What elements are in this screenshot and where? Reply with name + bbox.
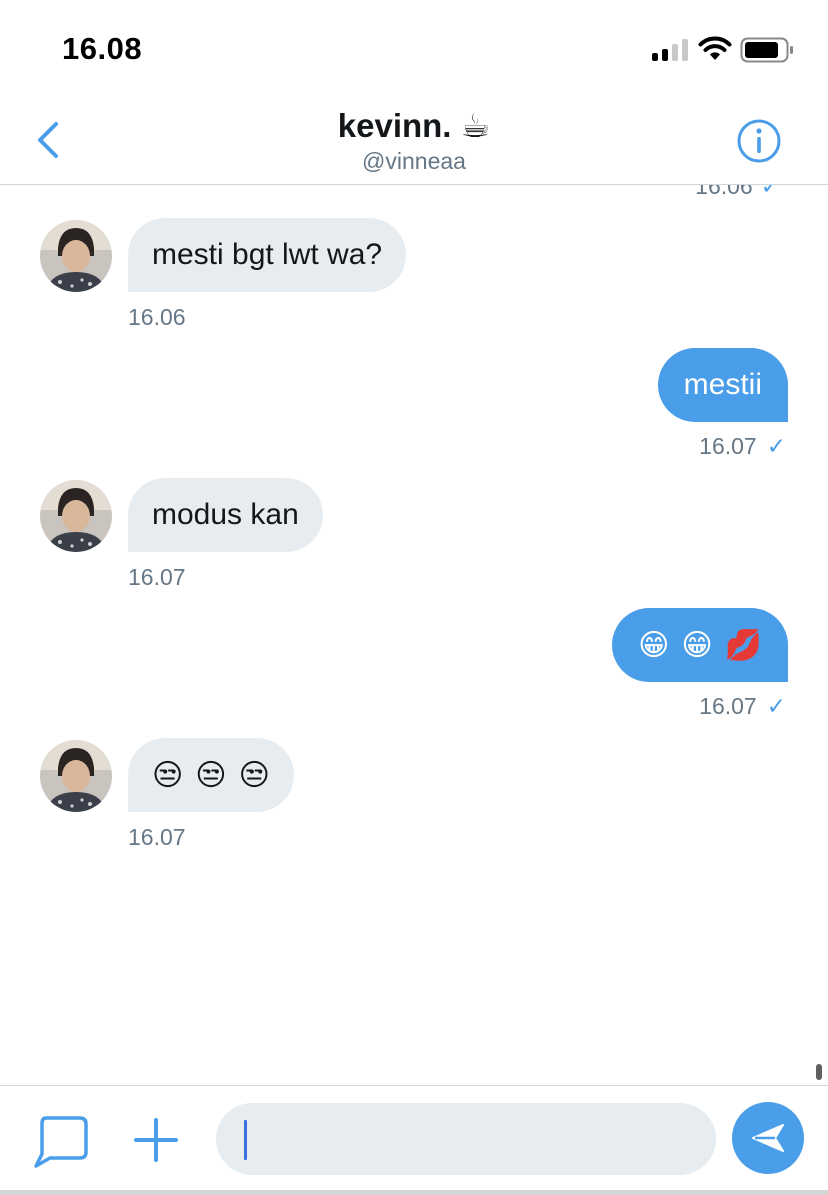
text-caret (244, 1120, 247, 1160)
status-time: 16.08 (62, 31, 143, 66)
message-emojis: 😁 😁 💋 (638, 628, 762, 663)
message-timestamp: 16.07 ✓ (699, 693, 786, 719)
message-timestamp: 16.07 (128, 824, 186, 850)
message-text: mesti bgt lwt wa? (152, 238, 383, 271)
unamused-face-emoji: 😒 (238, 758, 270, 792)
conversation-title: kevinn. ☕ (337, 107, 491, 144)
conversation-handle: @vinneaa (362, 148, 466, 174)
read-check-icon: ✓ (766, 693, 786, 719)
incoming-message-bubble[interactable]: modus kan (128, 478, 323, 552)
kiss-mark-emoji: 💋 (724, 628, 762, 662)
message-list[interactable]: 16.06 ✓ mesti bgt lwt wa? 16.06 mestii 16… (0, 185, 828, 1085)
message-timestamp: 16.06 ✓ (695, 185, 780, 200)
avatar[interactable] (40, 220, 112, 292)
message-composer (0, 1085, 828, 1195)
unamused-face-emoji: 😒 (152, 758, 184, 792)
home-indicator-bar (0, 1190, 828, 1195)
status-bar: 16.08 (0, 0, 828, 96)
unamused-face-emoji: 😒 (195, 758, 227, 792)
conversation-header: kevinn. ☕ @vinneaa (0, 96, 828, 185)
message-timestamp: 16.07 ✓ (699, 433, 786, 459)
message-text: mestii (683, 368, 762, 401)
outgoing-message-bubble[interactable]: mestii (657, 348, 788, 422)
outgoing-message-bubble[interactable]: 😁 😁 💋 (612, 608, 788, 682)
speech-bubble-icon[interactable] (32, 1114, 90, 1170)
grinning-face-emoji: 😁 (638, 628, 670, 662)
message-text: modus kan (152, 498, 299, 531)
avatar[interactable] (40, 740, 112, 812)
header-title-group[interactable]: kevinn. ☕ @vinneaa (214, 106, 614, 176)
plus-icon[interactable] (132, 1116, 180, 1164)
incoming-message-bubble[interactable]: mesti bgt lwt wa? (128, 218, 407, 292)
scroll-indicator[interactable] (816, 1064, 822, 1080)
read-check-icon: ✓ (760, 185, 780, 199)
info-circle-icon[interactable] (736, 118, 782, 164)
wifi-icon (698, 36, 732, 60)
message-input[interactable] (216, 1103, 716, 1175)
cellular-signal-icon (652, 39, 690, 61)
incoming-message-bubble[interactable]: 😒 😒 😒 (128, 738, 294, 812)
avatar[interactable] (40, 480, 112, 552)
grinning-face-emoji: 😁 (681, 628, 713, 662)
read-check-icon: ✓ (766, 433, 786, 459)
message-timestamp: 16.06 (128, 304, 186, 330)
message-timestamp: 16.07 (128, 564, 186, 590)
send-button[interactable] (732, 1102, 804, 1174)
chevron-left-icon[interactable] (30, 118, 70, 162)
paper-plane-icon (752, 1124, 784, 1152)
battery-icon (740, 37, 793, 63)
message-emojis: 😒 😒 😒 (152, 758, 270, 793)
